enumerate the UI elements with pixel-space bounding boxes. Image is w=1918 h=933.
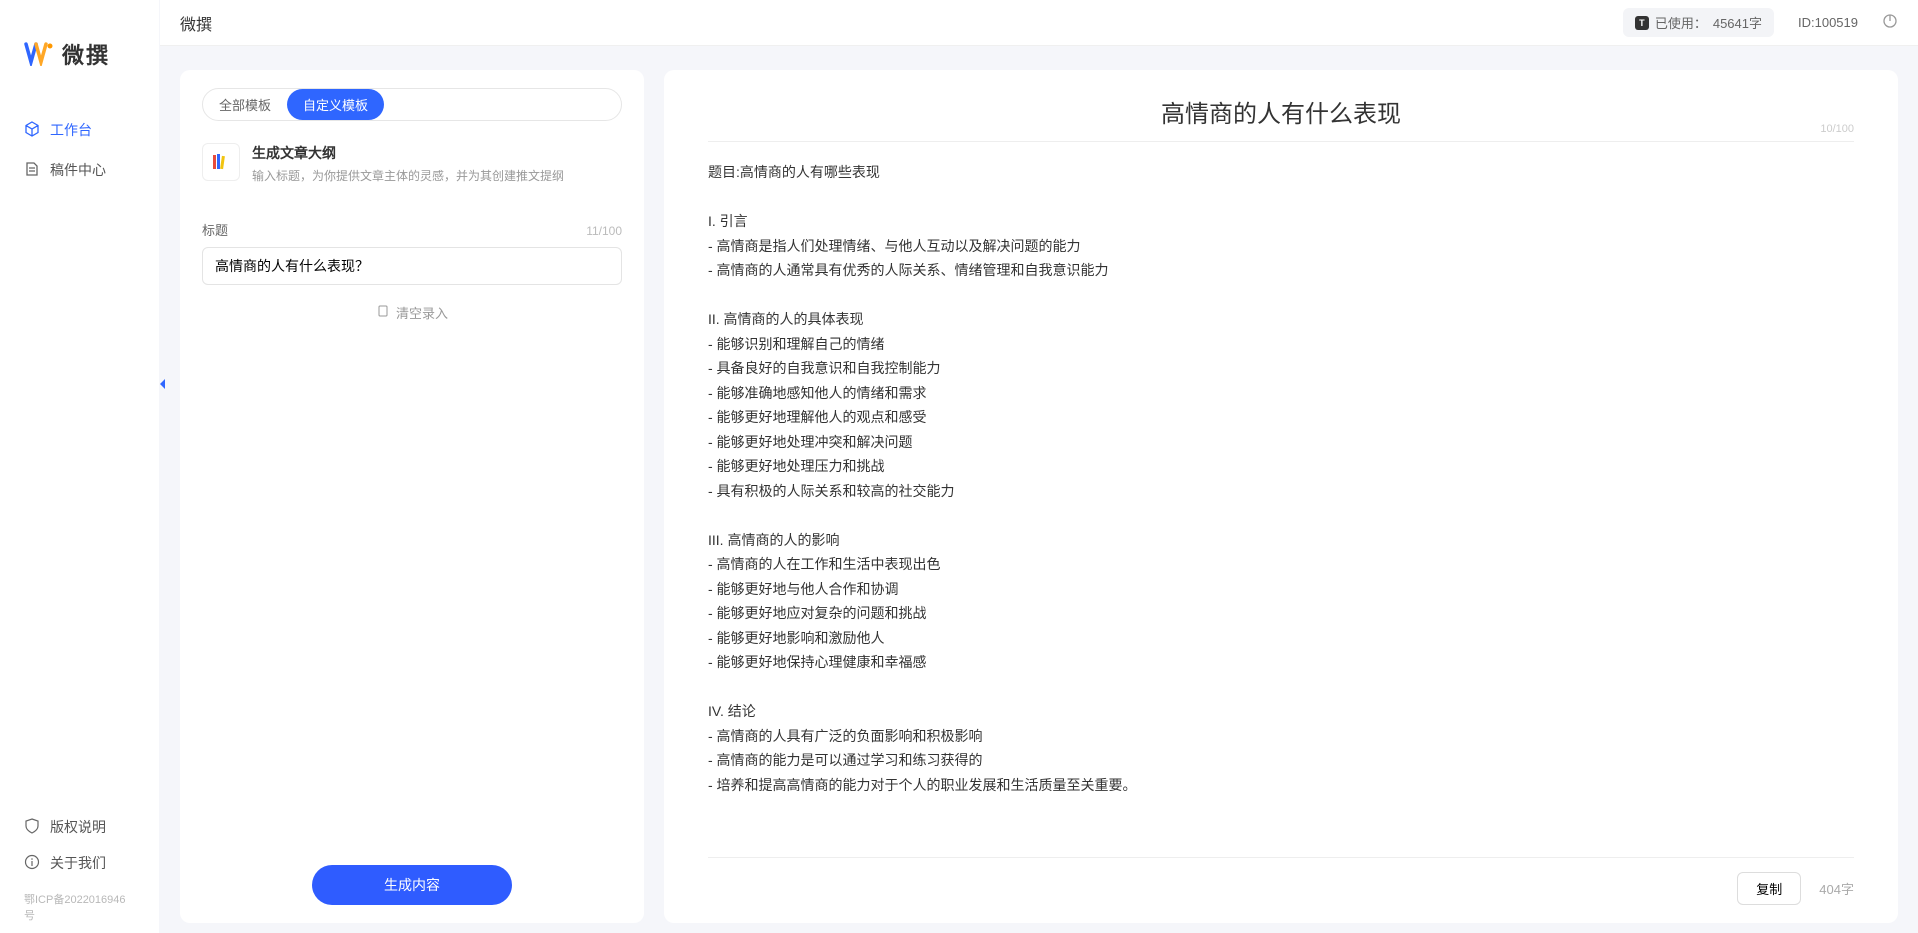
sidebar-item-label: 工作台 — [50, 120, 92, 140]
copy-button[interactable]: 复制 — [1737, 872, 1801, 905]
tab-custom-templates[interactable]: 自定义模板 — [287, 89, 384, 120]
logo[interactable]: 微撰 — [0, 18, 159, 110]
input-panel: 全部模板 自定义模板 生成文章大纲 输入标题，为你提供文章主体的灵感，并为其创建… — [180, 70, 644, 923]
title-counter: 11/100 — [586, 224, 622, 238]
logo-icon — [24, 42, 54, 66]
char-count: 404字 — [1819, 879, 1854, 898]
template-card: 生成文章大纲 输入标题，为你提供文章主体的灵感，并为其创建推文提纲 — [202, 143, 622, 184]
output-body: 题目:高情商的人有哪些表现 I. 引言 - 高情商是指人们处理情绪、与他人互动以… — [708, 160, 1854, 849]
clear-icon — [376, 304, 390, 321]
icp-text: 鄂ICP备2022016946号 — [0, 891, 159, 933]
sidebar-item-label: 稿件中心 — [50, 160, 106, 180]
shield-icon — [24, 818, 40, 837]
sidebar: 微撰 工作台 稿件中心 — [0, 0, 160, 933]
page-title: 微撰 — [180, 11, 212, 35]
books-icon — [202, 143, 240, 181]
usage-chip[interactable]: T 已使用： 45641字 — [1623, 8, 1774, 37]
logo-text: 微撰 — [62, 38, 110, 70]
sidebar-item-copyright[interactable]: 版权说明 — [24, 809, 135, 845]
output-title: 高情商的人有什么表现 — [1161, 94, 1401, 129]
sidebar-item-workspace[interactable]: 工作台 — [0, 110, 159, 150]
title-input[interactable] — [202, 247, 622, 285]
clear-label: 清空录入 — [396, 303, 448, 322]
template-tabs: 全部模板 自定义模板 — [202, 88, 622, 121]
topbar: 微撰 T 已使用： 45641字 ID:100519 — [160, 0, 1918, 46]
user-id: ID:100519 — [1798, 15, 1858, 30]
usage-value: 45641字 — [1713, 13, 1762, 32]
clear-input-button[interactable]: 清空录入 — [202, 303, 622, 322]
template-desc: 输入标题，为你提供文章主体的灵感，并为其创建推文提纲 — [252, 167, 564, 184]
template-title: 生成文章大纲 — [252, 143, 564, 163]
output-panel: 高情商的人有什么表现 10/100 题目:高情商的人有哪些表现 I. 引言 - … — [664, 70, 1898, 923]
usage-label: 已使用： — [1655, 13, 1707, 32]
cube-icon — [24, 121, 40, 140]
generate-button[interactable]: 生成内容 — [312, 865, 512, 905]
sidebar-item-drafts[interactable]: 稿件中心 — [0, 150, 159, 190]
sidebar-item-label: 版权说明 — [50, 817, 106, 837]
title-label: 标题 — [202, 220, 228, 239]
info-icon — [24, 854, 40, 873]
output-title-counter: 10/100 — [1820, 123, 1854, 135]
tab-all-templates[interactable]: 全部模板 — [203, 89, 287, 120]
document-icon — [24, 161, 40, 180]
collapse-handle[interactable] — [155, 370, 169, 398]
text-icon: T — [1635, 16, 1649, 30]
power-icon[interactable] — [1882, 13, 1898, 32]
sidebar-item-label: 关于我们 — [50, 853, 106, 873]
sidebar-item-about[interactable]: 关于我们 — [24, 845, 135, 881]
